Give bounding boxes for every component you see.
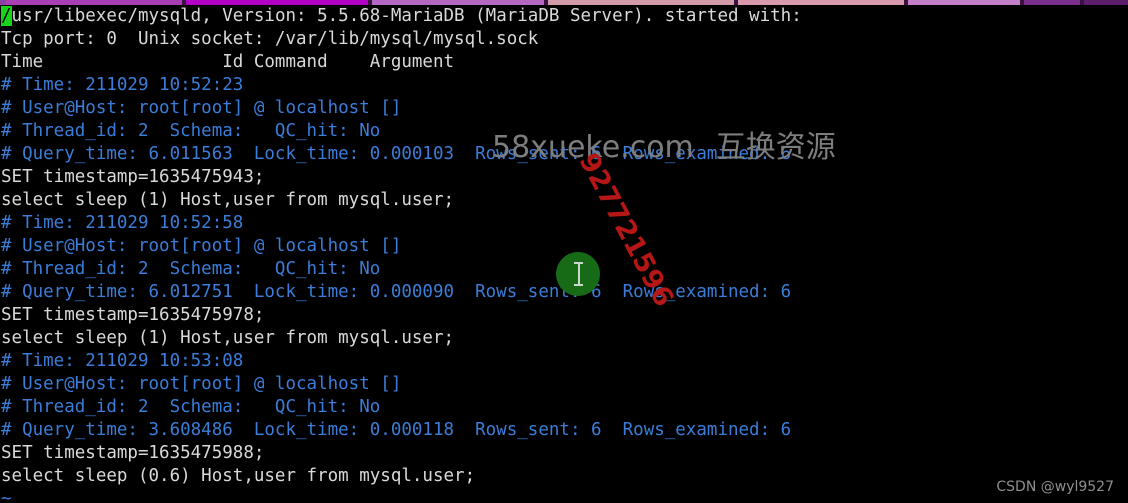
top-strip-segment-3 <box>186 0 368 5</box>
top-strip-segment-5 <box>372 0 544 5</box>
line-time-3: # Time: 211029 10:53:08 <box>1 351 244 371</box>
top-strip-segment-1 <box>6 0 182 5</box>
window-top-color-strip <box>0 0 1128 5</box>
line-header-socket: Tcp port: 0 Unix socket: /var/lib/mysql/… <box>1 29 539 49</box>
line-settimestamp-1: SET timestamp=1635475943; <box>1 167 265 187</box>
terminal-output[interactable]: /usr/libexec/mysqld, Version: 5.5.68-Mar… <box>0 5 1128 503</box>
site-watermark: 58xueke.com 互换资源 <box>492 122 836 166</box>
line-time-1: # Time: 211029 10:52:23 <box>1 75 244 95</box>
top-strip-segment-15 <box>1084 0 1128 5</box>
line-query-1: select sleep (1) Host,user from mysql.us… <box>1 190 455 210</box>
line-threadid-3: # Thread_id: 2 Schema: QC_hit: No <box>1 397 381 417</box>
top-strip-segment-9 <box>738 0 904 5</box>
site-watermark-chinese: 互换资源 <box>715 130 836 165</box>
top-strip-segment-11 <box>908 0 1020 5</box>
line-header-version-text: usr/libexec/mysqld, Version: 5.5.68-Mari… <box>11 6 802 26</box>
line-userhost-1: # User@Host: root[root] @ localhost [] <box>1 98 402 118</box>
line-userhost-2: # User@Host: root[root] @ localhost [] <box>1 236 402 256</box>
line-header-version: /usr/libexec/mysqld, Version: 5.5.68-Mar… <box>0 5 1128 28</box>
top-strip-segment-7 <box>548 0 734 5</box>
line-settimestamp-2: SET timestamp=1635475978; <box>1 305 265 325</box>
line-header-columns: Time Id Command Argument <box>1 52 455 72</box>
line-query-3: select sleep (0.6) Host,user from mysql.… <box>1 466 476 486</box>
top-strip-segment-13 <box>1024 0 1080 5</box>
line-userhost-3: # User@Host: root[root] @ localhost [] <box>1 374 402 394</box>
line-querytime-3: # Query_time: 3.608486 Lock_time: 0.0001… <box>1 420 792 440</box>
csdn-author-credit: CSDN @wyl9527 <box>996 479 1114 495</box>
terminal-cursor: / <box>1 6 12 26</box>
line-settimestamp-3: SET timestamp=1635475988; <box>1 443 265 463</box>
line-query-2: select sleep (1) Host,user from mysql.us… <box>1 328 455 348</box>
terminal-window: 58xueke.c /usr/libexec/mysqld, Version: … <box>0 0 1128 503</box>
text-ibeam-cursor-icon <box>574 262 583 286</box>
line-tilde-filler: ~ <box>1 489 12 503</box>
line-time-2: # Time: 211029 10:52:58 <box>1 213 244 233</box>
